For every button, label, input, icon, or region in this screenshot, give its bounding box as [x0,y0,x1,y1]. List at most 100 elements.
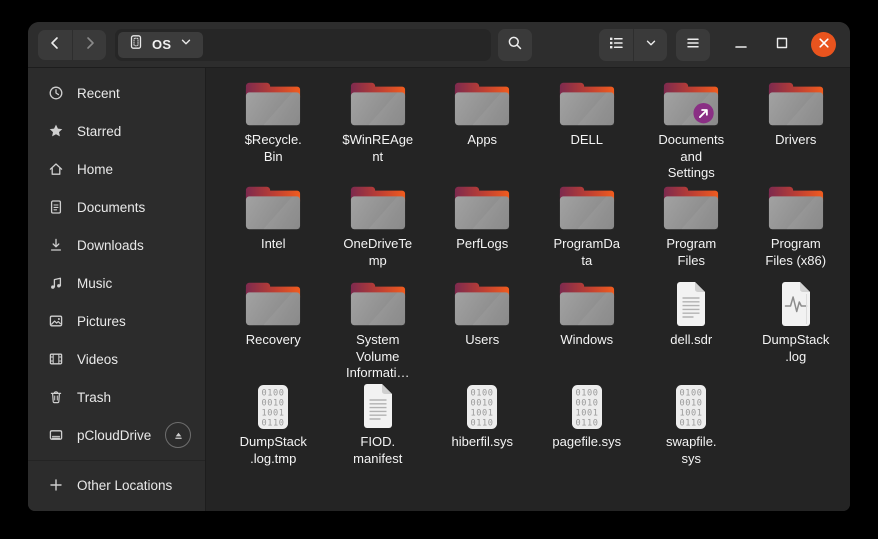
file-item-winreage-nt[interactable]: $WinREAge nt [326,80,431,184]
file-grid: $Recycle. Bin $WinREAge nt Apps DELL Doc… [206,68,850,511]
sidebar-item-starred[interactable]: Starred [32,112,201,150]
file-item-intel[interactable]: Intel [221,184,326,280]
svg-text:0100: 0100 [680,389,703,399]
maximize-button[interactable] [770,33,794,57]
eject-icon [172,429,185,442]
video-icon [48,351,64,367]
file-item-dell-sdr[interactable]: dell.sdr [639,280,744,382]
binary-icon: 0100001010010110 [567,382,607,430]
chevron-down-icon[interactable] [179,35,193,54]
search-icon [507,35,523,54]
file-item-apps[interactable]: Apps [430,80,535,184]
view-options-button[interactable] [633,29,667,61]
window-controls [729,32,836,57]
list-view-button[interactable] [599,29,633,61]
file-item-dumpstack-log-tmp[interactable]: 0100001010010110DumpStack .log.tmp [221,382,326,470]
nav-button-group [38,30,106,60]
file-item-windows[interactable]: Windows [535,280,640,382]
file-item-label: OneDriveTe mp [343,236,412,269]
svg-text:0010: 0010 [471,399,494,409]
sidebar-item-pictures[interactable]: Pictures [32,302,201,340]
file-item-label: Program Files (x86) [765,236,826,269]
sidebar-item-documents[interactable]: Documents [32,188,201,226]
folder-icon [244,280,302,328]
folder-icon [558,280,616,328]
star-icon [48,123,64,139]
sidebar-item-label: pCloudDrive [77,428,151,443]
file-item-drivers[interactable]: Drivers [744,80,849,184]
clock-icon [48,85,64,101]
svg-text:1001: 1001 [575,409,598,419]
file-item-users[interactable]: Users [430,280,535,382]
sidebar-item-label: Starred [77,124,121,139]
folder-icon [453,184,511,232]
sidebar-item-recent[interactable]: Recent [32,74,201,112]
file-item-label: pagefile.sys [552,434,621,451]
file-item-programda-ta[interactable]: ProgramDa ta [535,184,640,280]
sidebar-item-label: Recent [77,86,120,101]
binary-icon: 0100001010010110 [462,382,502,430]
current-location-label: OS [152,37,171,52]
file-item-program-files[interactable]: Program Files [639,184,744,280]
forward-button[interactable] [72,30,106,60]
file-item-pagefile-sys[interactable]: 0100001010010110 pagefile.sys [535,382,640,470]
folder-icon [349,184,407,232]
sidebar-item-other-locations[interactable]: Other Locations [32,465,201,505]
text-page-icon [671,280,711,328]
download-icon [48,237,64,253]
chevron-right-icon [82,35,98,54]
file-item-label: Apps [467,132,497,149]
svg-text:1001: 1001 [680,409,703,419]
file-item-fiod-manifest[interactable]: FIOD. manifest [326,382,431,470]
file-item-system-volume-informati[interactable]: System Volume Informati… [326,280,431,382]
sidebar-list: Recent Starred HomeDocuments Downloads Music… [28,74,205,454]
file-item-label: DELL [570,132,603,149]
sidebar-item-videos[interactable]: Videos [32,340,201,378]
search-button[interactable] [498,29,532,61]
log-page-icon [776,280,816,328]
sidebar-item-trash[interactable]: Trash [32,378,201,416]
main-menu-button[interactable] [676,29,710,61]
desktop: OS [0,0,878,539]
path-current-location[interactable]: OS [118,32,203,58]
file-item-label: PerfLogs [456,236,508,253]
svg-text:0100: 0100 [262,389,285,399]
maximize-icon [774,35,790,54]
file-item-label: Users [465,332,499,349]
folder-icon [453,80,511,128]
file-item-swapfile-sys[interactable]: 0100001010010110swapfile. sys [639,382,744,470]
folder-icon [558,80,616,128]
file-item-dell[interactable]: DELL [535,80,640,184]
binary-icon: 0100001010010110 [253,382,293,430]
file-item-hiberfil-sys[interactable]: 0100001010010110hiberfil.sys [430,382,535,470]
sidebar-item-label: Music [77,276,112,291]
sidebar-item-label: Downloads [77,238,144,253]
file-item-perflogs[interactable]: PerfLogs [430,184,535,280]
file-item-label: FIOD. manifest [353,434,402,467]
svg-text:0110: 0110 [471,419,494,429]
list-view-icon [608,35,624,54]
file-item-recovery[interactable]: Recovery [221,280,326,382]
file-item-dumpstack-log[interactable]: DumpStack .log [744,280,849,382]
picture-icon [48,313,64,329]
sidebar-item-music[interactable]: Music [32,264,201,302]
sidebar-item-pclouddrive[interactable]: pCloudDrive [32,416,201,454]
location-bar[interactable]: OS [115,29,491,61]
file-item-program-files-x86[interactable]: Program Files (x86) [744,184,849,280]
home-icon [48,161,64,177]
eject-button[interactable] [165,422,191,448]
file-item-documents-and-settings[interactable]: Documents and Settings [639,80,744,184]
file-item-label: dell.sdr [670,332,712,349]
document-icon [48,199,64,215]
svg-text:0010: 0010 [680,399,703,409]
back-button[interactable] [38,30,72,60]
headerbar: OS [28,22,850,68]
sidebar-item-downloads[interactable]: Downloads [32,226,201,264]
minimize-button[interactable] [729,33,753,57]
file-item-onedrivete-mp[interactable]: OneDriveTe mp [326,184,431,280]
sidebar-item-label: Pictures [77,314,126,329]
sidebar-item-home[interactable]: Home [32,150,201,188]
file-item-recycle-bin[interactable]: $Recycle. Bin [221,80,326,184]
close-button[interactable] [811,32,836,57]
svg-text:0110: 0110 [680,419,703,429]
